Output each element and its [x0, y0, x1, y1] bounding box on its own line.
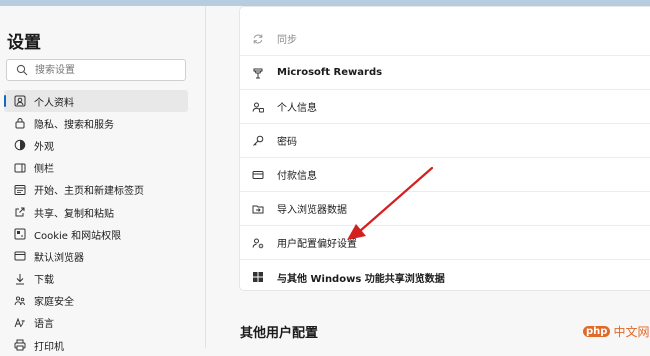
row-label: 用户配置偏好设置: [277, 239, 357, 250]
row-microsoft-rewards[interactable]: Microsoft Rewards: [240, 56, 650, 90]
profile-icon: [14, 95, 26, 107]
sidebar-item-label: 开始、主页和新建标签页: [34, 186, 144, 198]
sidebar-nav: 个人资料 隐私、搜索和服务 外观 侧栏 开始、主页和新建标签页 共享、复制和粘贴…: [0, 90, 205, 356]
sidebar-item-label: 打印机: [34, 341, 64, 353]
search-box[interactable]: [6, 59, 186, 81]
active-indicator: [4, 95, 6, 107]
appearance-icon: [14, 140, 26, 151]
row-import-browser-data[interactable]: 导入浏览器数据: [240, 192, 650, 226]
sidebar-item-label: 下载: [34, 275, 54, 287]
search-icon: [16, 64, 28, 76]
download-icon: [16, 273, 24, 285]
sidebar-item-label: 默认浏览器: [34, 252, 84, 264]
sidebar-item-appearance[interactable]: 外观: [0, 134, 205, 156]
row-label: 密码: [277, 137, 297, 148]
site-permissions-icon: [14, 228, 26, 240]
row-label: Microsoft Rewards: [277, 67, 383, 78]
sidebar-icon: [14, 163, 26, 173]
sidebar-item-profiles[interactable]: 个人资料: [4, 90, 188, 113]
sidebar-item-cookies[interactable]: Cookie 和网站权限: [0, 223, 205, 245]
sidebar-item-printers[interactable]: 打印机: [0, 334, 205, 356]
settings-title: 设置: [7, 33, 41, 53]
sidebar-item-share[interactable]: 共享、复制和粘贴: [0, 201, 205, 223]
row-label: 导入浏览器数据: [277, 205, 347, 216]
settings-sidebar: 设置 个人资料 隐私、搜索和服务 外观 侧栏 开始、主页和新建标签页 共享、复制…: [0, 6, 206, 353]
sidebar-item-default-browser[interactable]: 默认浏览器: [0, 245, 205, 267]
sidebar-item-label: 外观: [34, 141, 54, 153]
sidebar-item-label: 共享、复制和粘贴: [34, 208, 114, 220]
browser-icon: [14, 251, 26, 261]
section-title-other-profiles: 其他用户配置: [240, 326, 319, 341]
language-icon: [14, 317, 25, 328]
sidebar-item-label: 个人资料: [34, 97, 74, 109]
row-payment-info[interactable]: 付款信息: [240, 158, 650, 192]
row-label: 个人信息: [277, 103, 317, 114]
printer-icon: [14, 339, 26, 351]
sidebar-item-label: 语言: [34, 319, 54, 331]
sidebar-item-label: 隐私、搜索和服务: [34, 119, 114, 131]
sidebar-item-label: 侧栏: [34, 164, 54, 176]
row-sync[interactable]: 同步: [240, 22, 650, 56]
windows-icon: [253, 272, 263, 282]
row-label: 同步: [277, 35, 297, 46]
row-passwords[interactable]: 密码: [240, 124, 650, 158]
row-label: 付款信息: [277, 171, 317, 182]
sidebar-item-label: 家庭安全: [34, 297, 74, 309]
watermark-text: 中文网: [613, 325, 650, 339]
sidebar-item-label: Cookie 和网站权限: [34, 230, 122, 242]
rewards-icon: [253, 68, 263, 78]
row-personal-info[interactable]: 个人信息: [240, 90, 650, 124]
sync-icon: [253, 34, 263, 43]
sidebar-item-languages[interactable]: 语言: [0, 312, 205, 334]
profile-settings-card: 同步 Microsoft Rewards 个人信息 密码 付款信息 导入浏览器数…: [239, 6, 650, 291]
search-input[interactable]: [35, 62, 180, 78]
key-icon: [253, 135, 264, 146]
sidebar-item-privacy[interactable]: 隐私、搜索和服务: [0, 112, 205, 134]
sidebar-item-family[interactable]: 家庭安全: [0, 290, 205, 312]
personal-info-icon: [252, 102, 264, 112]
watermark-badge: php: [583, 326, 611, 337]
share-icon: [15, 207, 25, 217]
sidebar-item-start-home[interactable]: 开始、主页和新建标签页: [0, 179, 205, 201]
profile-settings-icon: [252, 238, 264, 248]
row-share-with-windows[interactable]: 与其他 Windows 功能共享浏览数据: [240, 260, 650, 294]
import-icon: [252, 205, 264, 213]
sidebar-item-downloads[interactable]: 下载: [0, 268, 205, 290]
row-profile-preferences[interactable]: 用户配置偏好设置: [240, 226, 650, 260]
sidebar-item-sidebar[interactable]: 侧栏: [0, 157, 205, 179]
watermark: php 中文网: [583, 323, 649, 340]
main-content: 同步 Microsoft Rewards 个人信息 密码 付款信息 导入浏览器数…: [206, 6, 650, 348]
home-icon: [14, 184, 26, 195]
family-icon: [14, 296, 25, 305]
row-label: 与其他 Windows 功能共享浏览数据: [277, 273, 445, 285]
lock-icon: [15, 118, 25, 129]
card-icon: [252, 170, 264, 179]
